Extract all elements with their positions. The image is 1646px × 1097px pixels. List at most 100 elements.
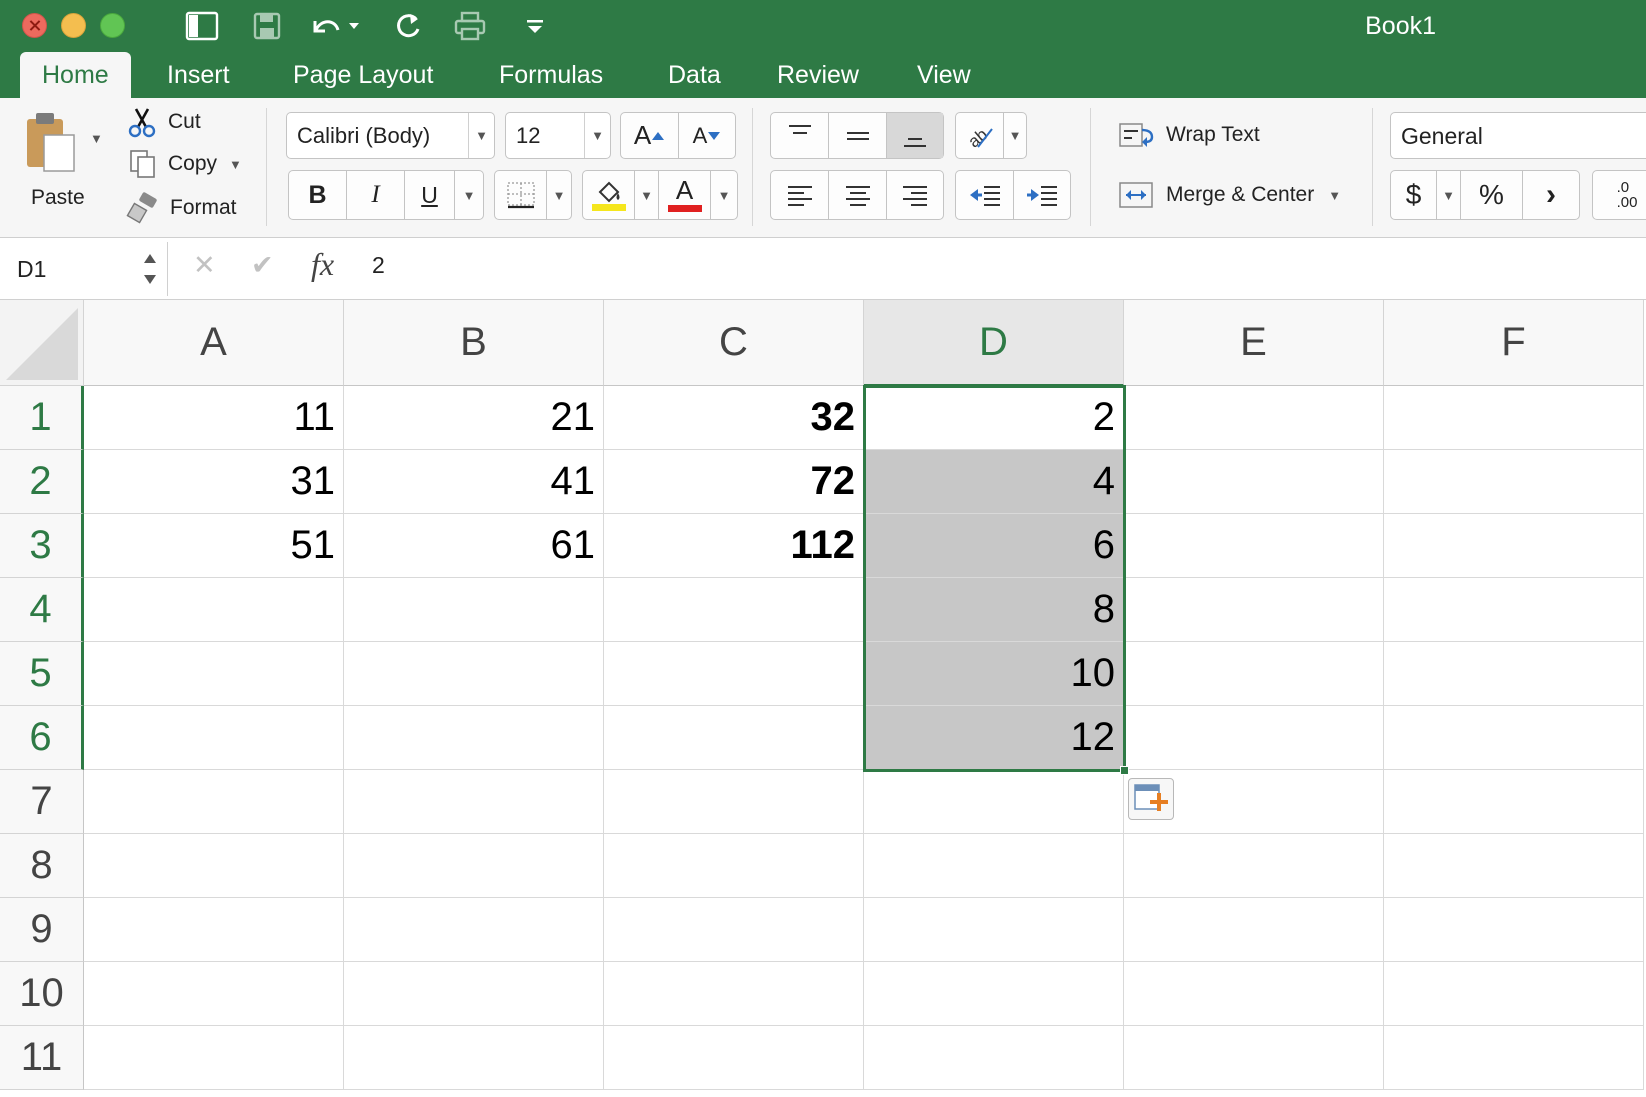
column-header-b[interactable]: B [344,300,604,386]
cell-c3[interactable]: 112 [604,514,864,578]
customize-toolbar-icon[interactable] [520,8,550,44]
number-format-select[interactable]: General [1390,112,1646,159]
sidebar-toggle-icon[interactable] [184,8,220,44]
cell-b7[interactable] [344,770,604,834]
orientation-dropdown[interactable]: ▼ [1004,113,1026,158]
cell-f4[interactable] [1384,578,1644,642]
row-header-7[interactable]: 7 [0,770,84,834]
cut-button[interactable]: Cut [126,106,201,138]
cell-c8[interactable] [604,834,864,898]
cell-a1[interactable]: 11 [84,386,344,450]
cell-e10[interactable] [1124,962,1384,1026]
cell-a4[interactable] [84,578,344,642]
cell-b6[interactable] [344,706,604,770]
cell-c9[interactable] [604,898,864,962]
cell-b9[interactable] [344,898,604,962]
zoom-window-button[interactable] [100,13,125,38]
comma-style-button[interactable]: › [1523,171,1579,219]
cell-d1[interactable]: 2 [864,386,1124,450]
align-right-button[interactable] [887,171,943,219]
auto-fill-options-button[interactable] [1128,778,1174,820]
cell-c5[interactable] [604,642,864,706]
row-header-10[interactable]: 10 [0,962,84,1026]
cell-c7[interactable] [604,770,864,834]
cell-c2[interactable]: 72 [604,450,864,514]
cell-b1[interactable]: 21 [344,386,604,450]
cell-f11[interactable] [1384,1026,1644,1090]
format-painter-button[interactable]: Format [126,192,237,224]
column-header-e[interactable]: E [1124,300,1384,386]
save-icon[interactable] [250,8,284,44]
cell-d7[interactable] [864,770,1124,834]
align-left-button[interactable] [771,171,829,219]
cell-c10[interactable] [604,962,864,1026]
font-color-button[interactable]: A [659,171,711,219]
cell-d2[interactable]: 4 [864,450,1124,514]
column-header-c[interactable]: C [604,300,864,386]
column-header-a[interactable]: A [84,300,344,386]
align-middle-button[interactable] [829,113,887,158]
row-header-1[interactable]: 1 [0,386,84,450]
align-bottom-button[interactable] [887,113,943,158]
cell-a9[interactable] [84,898,344,962]
tab-formulas[interactable]: Formulas [477,52,625,98]
confirm-edit-icon[interactable]: ✔ [251,250,274,281]
merge-center-button[interactable]: Merge & Center ▼ [1118,178,1341,212]
align-center-button[interactable] [829,171,887,219]
underline-dropdown[interactable]: ▼ [455,171,483,219]
insert-function-icon[interactable]: fx [311,246,334,283]
row-header-6[interactable]: 6 [0,706,84,770]
fill-color-dropdown[interactable]: ▼ [635,171,659,219]
cell-f9[interactable] [1384,898,1644,962]
undo-icon[interactable] [307,8,361,44]
cell-f1[interactable] [1384,386,1644,450]
cell-e3[interactable] [1124,514,1384,578]
cell-d8[interactable] [864,834,1124,898]
row-header-2[interactable]: 2 [0,450,84,514]
cell-d5[interactable]: 10 [864,642,1124,706]
close-window-button[interactable] [22,13,47,38]
copy-button[interactable]: Copy ▼ [128,148,242,180]
redo-icon[interactable] [392,8,426,44]
font-size-select[interactable]: 12 ▼ [505,112,611,159]
cell-d4[interactable]: 8 [864,578,1124,642]
cell-c1[interactable]: 32 [604,386,864,450]
row-header-11[interactable]: 11 [0,1026,84,1090]
increase-decimal-button[interactable]: .0 .00 [1593,171,1646,219]
font-color-dropdown[interactable]: ▼ [711,171,737,219]
fill-color-button[interactable] [583,171,635,219]
cell-b5[interactable] [344,642,604,706]
paste-options-dropdown[interactable]: ▼ [90,128,106,148]
row-header-3[interactable]: 3 [0,514,84,578]
cell-f5[interactable] [1384,642,1644,706]
underline-button[interactable]: U [405,171,455,219]
currency-button[interactable]: $ [1391,171,1437,219]
cell-b2[interactable]: 41 [344,450,604,514]
italic-button[interactable]: I [347,171,405,219]
row-header-9[interactable]: 9 [0,898,84,962]
cell-a8[interactable] [84,834,344,898]
increase-font-size-button[interactable]: A [621,113,679,158]
cell-b10[interactable] [344,962,604,1026]
print-icon[interactable] [452,8,488,44]
formula-input[interactable]: 2 [372,252,385,279]
orientation-button[interactable]: ab [956,113,1004,158]
paste-button[interactable] [22,108,88,178]
cell-a2[interactable]: 31 [84,450,344,514]
tab-data[interactable]: Data [646,52,743,98]
cell-e8[interactable] [1124,834,1384,898]
cell-b3[interactable]: 61 [344,514,604,578]
cell-f7[interactable] [1384,770,1644,834]
font-family-select[interactable]: Calibri (Body) ▼ [286,112,495,159]
cell-c6[interactable] [604,706,864,770]
row-header-5[interactable]: 5 [0,642,84,706]
cell-e4[interactable] [1124,578,1384,642]
cell-d3[interactable]: 6 [864,514,1124,578]
cell-e5[interactable] [1124,642,1384,706]
cell-e9[interactable] [1124,898,1384,962]
row-header-8[interactable]: 8 [0,834,84,898]
cell-b8[interactable] [344,834,604,898]
name-box[interactable]: D1 [0,242,168,296]
cell-d10[interactable] [864,962,1124,1026]
cell-d6[interactable]: 12 [864,706,1124,770]
